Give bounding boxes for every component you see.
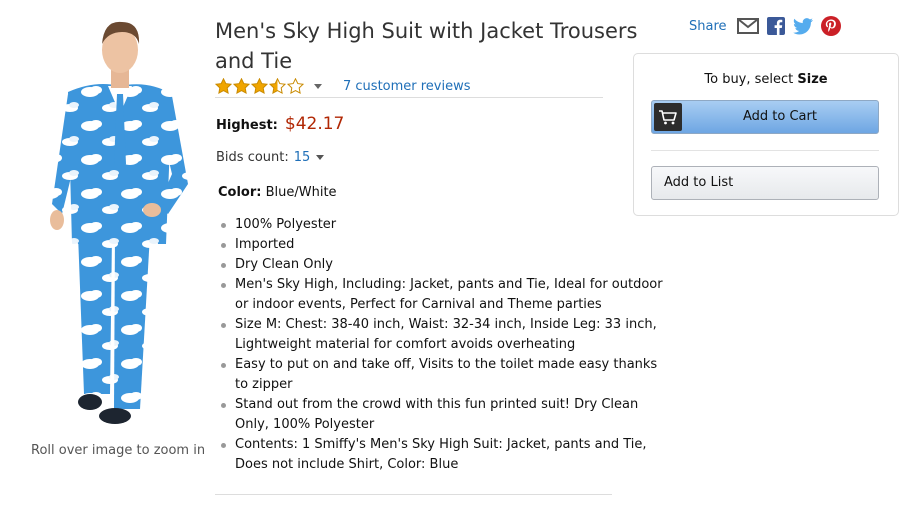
- star-icon: [269, 77, 286, 95]
- chevron-down-icon[interactable]: [314, 83, 322, 89]
- buy-box: To buy, select Size Add to Cart Add to L…: [633, 53, 899, 216]
- buy-prompt: To buy, select Size: [634, 72, 898, 87]
- divider: [215, 97, 603, 98]
- product-image[interactable]: [40, 14, 200, 429]
- cart-icon: [654, 103, 682, 131]
- bids-label: Bids count:: [216, 150, 289, 165]
- share-bar: Share: [689, 16, 849, 36]
- pinterest-icon[interactable]: [820, 16, 841, 36]
- buy-prompt-size: Size: [797, 72, 828, 87]
- feature-item: Dry Clean Only: [219, 255, 669, 275]
- email-icon[interactable]: [736, 18, 759, 34]
- sky-suit-model-image: [50, 21, 188, 424]
- feature-item: Size M: Chest: 38-40 inch, Waist: 32-34 …: [219, 315, 669, 355]
- feature-item: Stand out from the crowd with this fun p…: [219, 395, 669, 435]
- feature-item: Men's Sky High, Including: Jacket, pants…: [219, 275, 669, 315]
- add-to-cart-button[interactable]: Add to Cart: [651, 100, 879, 134]
- zoom-hint: Roll over image to zoom in: [31, 443, 206, 458]
- buy-prompt-text: To buy, select: [704, 72, 794, 87]
- twitter-icon[interactable]: [792, 17, 813, 35]
- share-label[interactable]: Share: [689, 19, 727, 34]
- star-rating[interactable]: [215, 77, 305, 95]
- divider: [651, 150, 879, 151]
- facebook-icon[interactable]: [766, 17, 785, 35]
- star-icon: [215, 77, 232, 95]
- add-to-list-label: Add to List: [664, 175, 734, 190]
- feature-list: 100% Polyester Imported Dry Clean Only M…: [219, 215, 669, 475]
- star-icon: [233, 77, 250, 95]
- bids-count-link[interactable]: 15: [294, 150, 311, 165]
- product-title: Men's Sky High Suit with Jacket Trousers…: [215, 19, 638, 73]
- price-label: Highest:: [216, 118, 278, 133]
- bids-row: Bids count: 15: [216, 150, 325, 165]
- add-to-cart-label: Add to Cart: [743, 109, 817, 124]
- feature-item: Easy to put on and take off, Visits to t…: [219, 355, 669, 395]
- feature-item: Imported: [219, 235, 669, 255]
- add-to-list-button[interactable]: Add to List: [651, 166, 879, 200]
- feature-item: Contents: 1 Smiffy's Men's Sky High Suit…: [219, 435, 669, 475]
- divider: [215, 494, 612, 495]
- price-value: $42.17: [284, 114, 345, 134]
- color-value: Blue/White: [265, 185, 337, 200]
- feature-item: 100% Polyester: [219, 215, 669, 235]
- chevron-down-icon[interactable]: [316, 155, 325, 160]
- customer-reviews-link[interactable]: 7 customer reviews: [343, 79, 471, 94]
- color-label: Color:: [218, 185, 262, 200]
- rating-row: 7 customer reviews: [215, 76, 471, 96]
- star-icon: [251, 77, 268, 95]
- color-row: Color: Blue/White: [218, 185, 337, 200]
- star-icon: [287, 77, 304, 95]
- price-row: Highest: $42.17: [216, 114, 344, 134]
